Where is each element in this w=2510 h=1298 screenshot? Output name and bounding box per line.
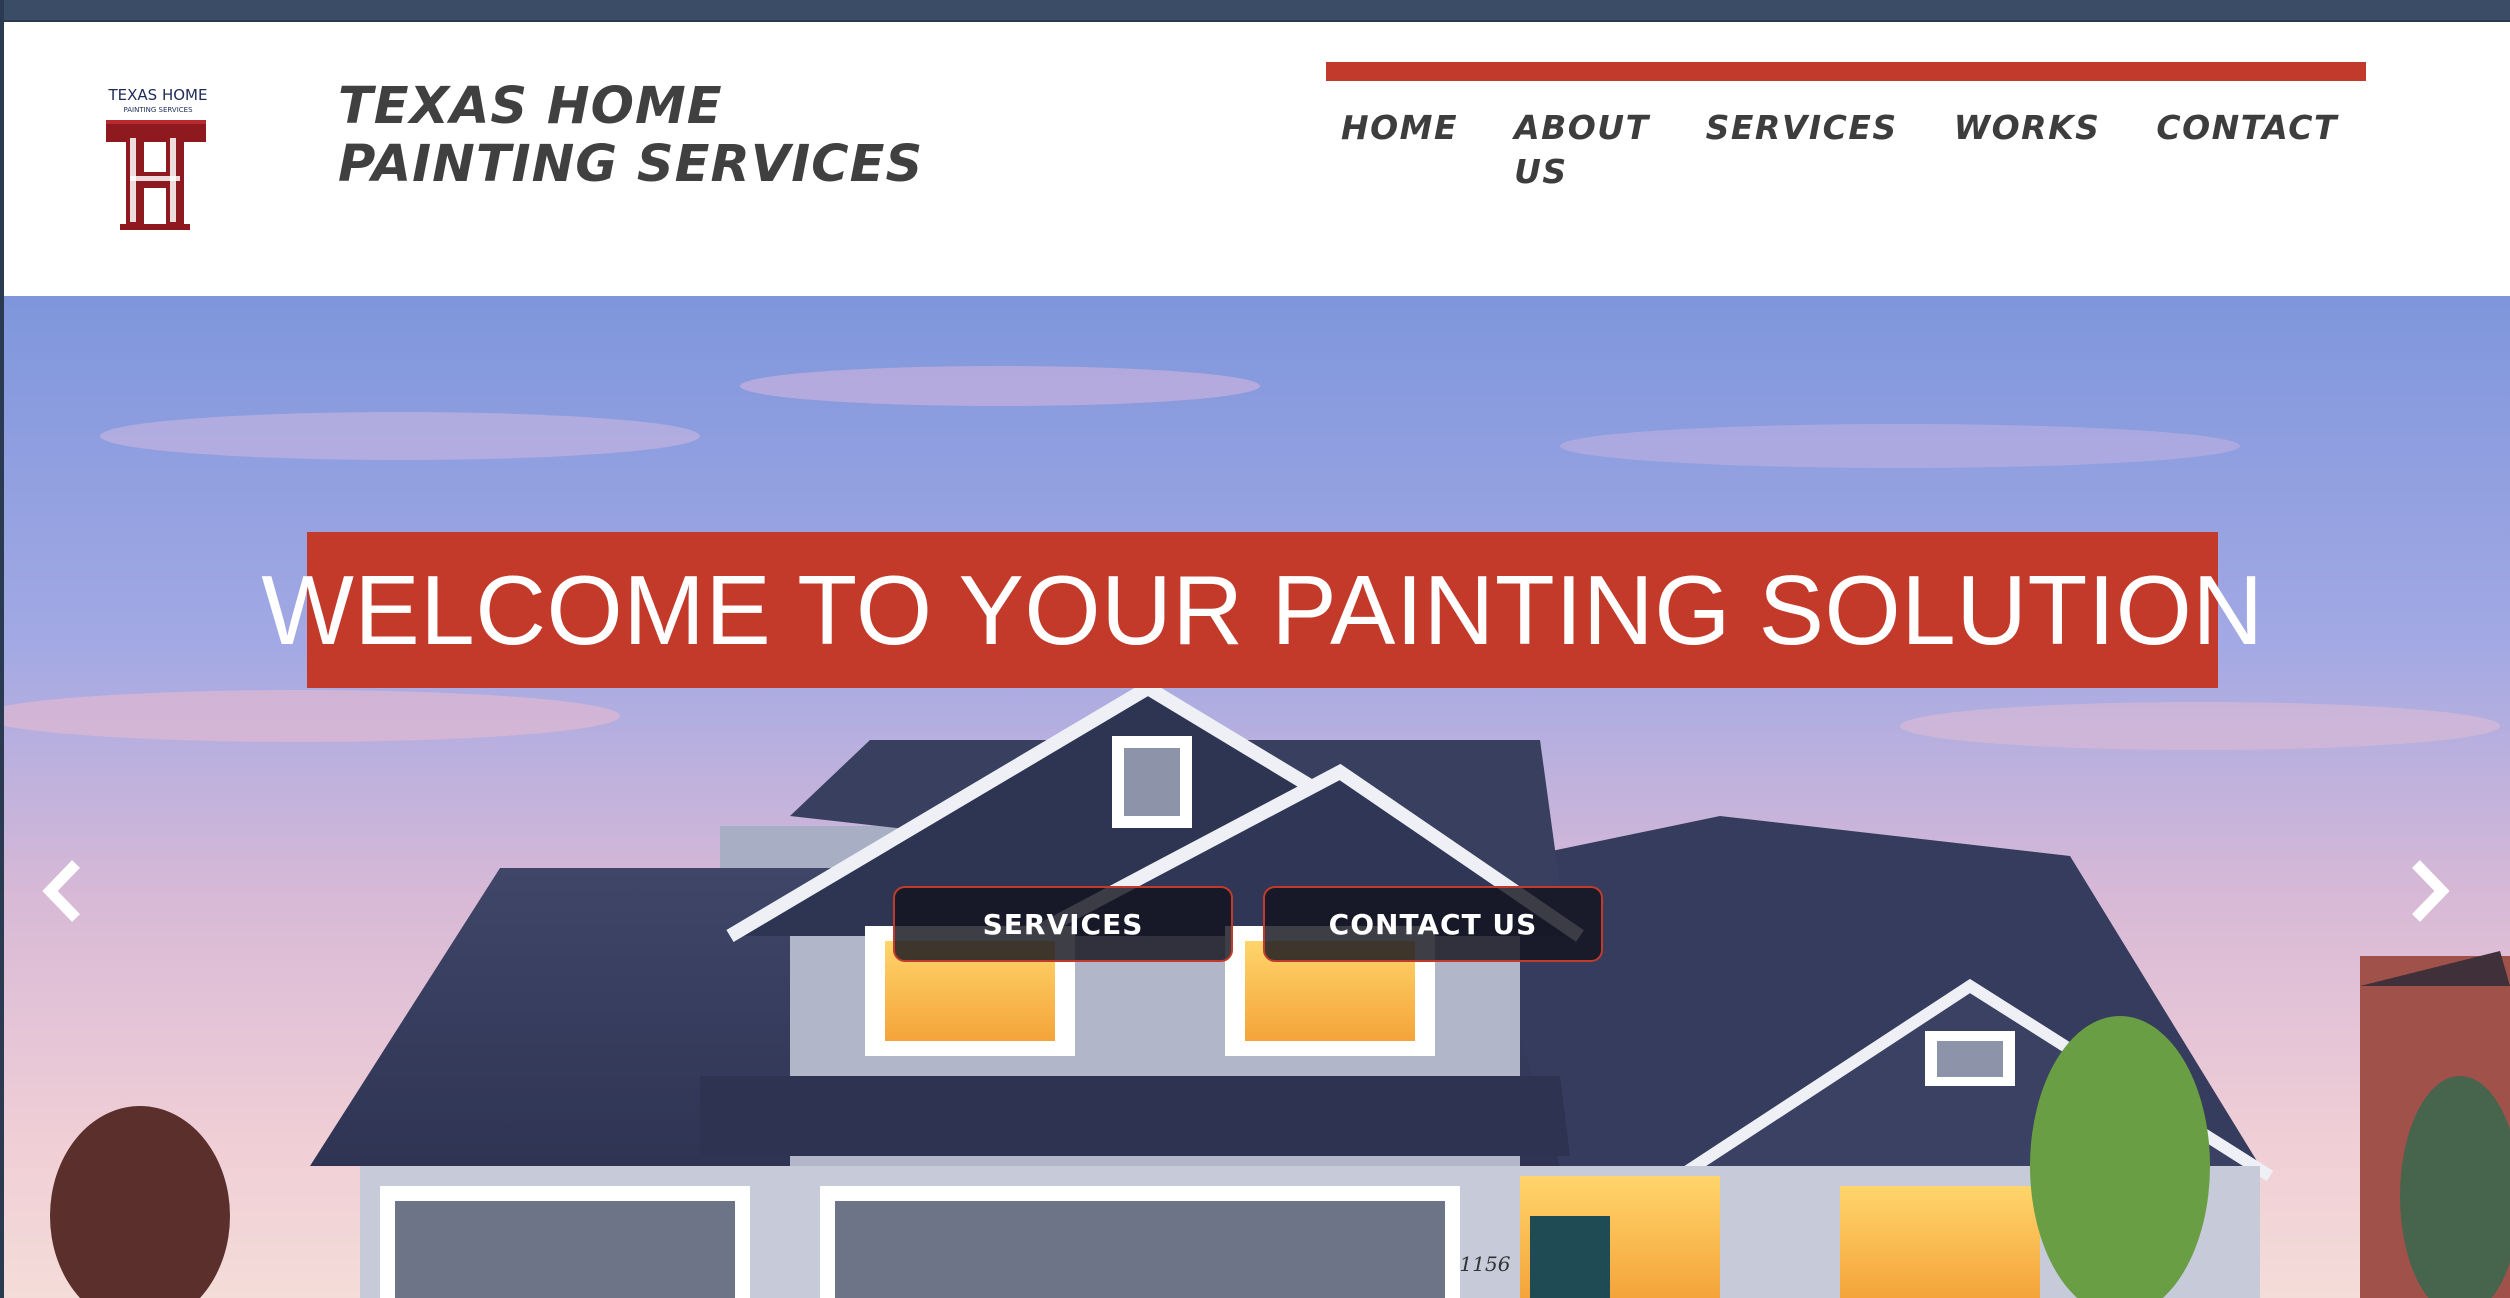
hero-slider: 1156 WELCOME TO YOUR PAINTING SOLUTION S… [0,296,2510,1298]
nav-contact[interactable]: CONTACT [2128,106,2366,194]
nav-accent-bar [1326,62,2366,81]
left-window-border [0,0,4,1298]
hero-house-image: 1156 [0,296,2510,1298]
brand-line-1: TEXAS HOME [338,77,723,136]
top-strip [0,0,2510,22]
main-nav: HOME ABOUT US SERVICES WORKS CONTACT [1326,106,2366,194]
nav-services[interactable]: SERVICES [1678,106,1926,194]
nav-about-us[interactable]: ABOUT US [1486,106,1678,194]
chevron-left-icon[interactable] [34,856,94,926]
company-logo[interactable]: TEXAS HOME PAINTING SERVICES [100,82,212,252]
services-button[interactable]: SERVICES [893,886,1233,962]
nav-home[interactable]: HOME [1313,106,1486,194]
contact-us-button[interactable]: CONTACT US [1263,886,1603,962]
brand-name[interactable]: TEXAS HOME PAINTING SERVICES [338,78,923,194]
nav-works[interactable]: WORKS [1926,106,2129,194]
brand-line-2: PAINTING SERVICES [338,135,924,194]
logo-graphic: TEXAS HOME PAINTING SERVICES [106,86,208,230]
chevron-right-icon[interactable] [2398,856,2458,926]
logo-text-sub: PAINTING SERVICES [123,106,193,114]
logo-text-top: TEXAS HOME [108,86,208,104]
house-number: 1156 [1460,1252,1511,1276]
hero-headline: WELCOME TO YOUR PAINTING SOLUTION [261,554,2264,665]
hero-headline-box: WELCOME TO YOUR PAINTING SOLUTION [261,532,2263,688]
site-header: TEXAS HOME PAINTING SERVICES TEXAS HOME … [0,22,2510,296]
